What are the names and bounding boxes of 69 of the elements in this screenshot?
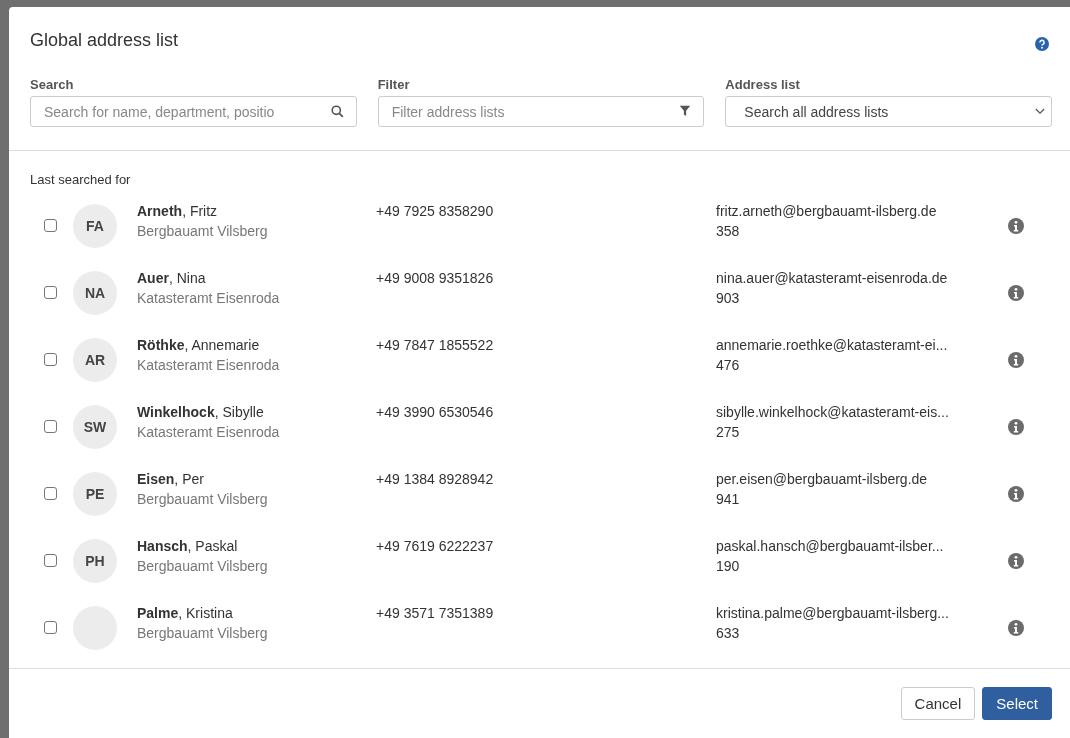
contact-email: fritz.arneth@bergbauamt-ilsberg.de <box>716 203 937 219</box>
contact-department: Bergbauamt Vilsberg <box>137 491 268 507</box>
info-icon[interactable] <box>1008 485 1024 502</box>
checkbox[interactable] <box>44 487 57 500</box>
contact-department: Katasteramt Eisenroda <box>137 424 280 440</box>
filter-field[interactable]: Filter address lists <box>377 96 705 127</box>
address-list-dropdown[interactable]: Search all address lists <box>725 96 1052 127</box>
contact-phone: +49 3990 6530546 <box>376 404 495 420</box>
contact-extension: 903 <box>716 290 740 306</box>
contact-name: Arneth, Fritz <box>137 203 218 219</box>
contact-name: Winkelhock, Sibylle <box>137 404 264 420</box>
contact-department: Katasteramt Eisenroda <box>137 357 280 373</box>
contact-phone: +49 3571 7351389 <box>376 605 495 621</box>
contact-extension: 275 <box>716 424 740 440</box>
select-button[interactable]: Select <box>982 687 1052 720</box>
avatar: SW <box>73 404 117 449</box>
field-label: Address list <box>725 77 800 92</box>
checkbox[interactable] <box>44 286 57 299</box>
contact-email: sibylle.winkelhock@katasteramt-eis... <box>716 404 949 420</box>
contact-phone: +49 7847 1855522 <box>376 337 495 353</box>
contact-department: Katasteramt Eisenroda <box>137 290 280 306</box>
avatar: PE <box>73 471 117 516</box>
chevron-down-icon <box>1035 108 1045 115</box>
filter-icon <box>679 105 692 117</box>
contact-department: Bergbauamt Vilsberg <box>137 223 268 239</box>
field-label: Search <box>30 77 74 92</box>
info-icon[interactable] <box>1008 552 1024 569</box>
contact-extension: 358 <box>716 223 740 239</box>
checkbox[interactable] <box>44 353 57 366</box>
avatar: PH <box>73 538 117 583</box>
avatar: AR <box>73 337 117 382</box>
contact-email: kristina.palme@bergbauamt-ilsberg... <box>716 605 949 621</box>
contact-extension: 476 <box>716 357 740 373</box>
dialog-title: Global address list <box>30 29 179 51</box>
contact-phone: +49 9008 9351826 <box>376 270 495 286</box>
contact-extension: 633 <box>716 625 740 641</box>
checkbox[interactable] <box>44 554 57 567</box>
contact-name: Auer, Nina <box>137 270 206 286</box>
info-icon[interactable] <box>1008 418 1024 435</box>
info-icon[interactable] <box>1008 351 1024 368</box>
avatar: NA <box>73 270 117 315</box>
contact-department: Bergbauamt Vilsberg <box>137 625 268 641</box>
contact-phone: +49 1384 8928942 <box>376 471 495 487</box>
contact-phone: +49 7619 6222237 <box>376 538 495 554</box>
info-icon[interactable] <box>1008 284 1024 301</box>
contact-email: paskal.hansch@bergbauamt-ilsber... <box>716 538 944 554</box>
info-icon[interactable] <box>1008 619 1024 636</box>
checkbox[interactable] <box>44 420 57 433</box>
section-label: Last searched for <box>30 172 131 187</box>
contact-name: Röthke, Annemarie <box>137 337 260 353</box>
contact-email: per.eisen@bergbauamt-ilsberg.de <box>716 471 928 487</box>
contact-name: Palme, Kristina <box>137 605 233 621</box>
contact-extension: 941 <box>716 491 740 507</box>
checkbox[interactable] <box>44 621 57 634</box>
search-icon <box>330 105 344 118</box>
contact-department: Bergbauamt Vilsberg <box>137 558 268 574</box>
contact-extension: 190 <box>716 558 740 574</box>
contact-email: nina.auer@katasteramt-eisenroda.de <box>716 270 948 286</box>
checkbox[interactable] <box>44 219 57 232</box>
avatar: FA <box>73 203 117 248</box>
search-field[interactable]: Search for name, department, positio <box>30 96 357 127</box>
contact-name: Hansch, Paskal <box>137 538 238 554</box>
contact-email: annemarie.roethke@katasteramt-ei... <box>716 337 948 353</box>
help-icon[interactable] <box>1035 37 1049 51</box>
contact-name: Eisen, Per <box>137 471 204 487</box>
contact-phone: +49 7925 8358290 <box>376 203 495 219</box>
info-icon[interactable] <box>1008 217 1024 234</box>
field-label: Filter <box>377 77 410 92</box>
cancel-button[interactable]: Cancel <box>900 687 976 720</box>
